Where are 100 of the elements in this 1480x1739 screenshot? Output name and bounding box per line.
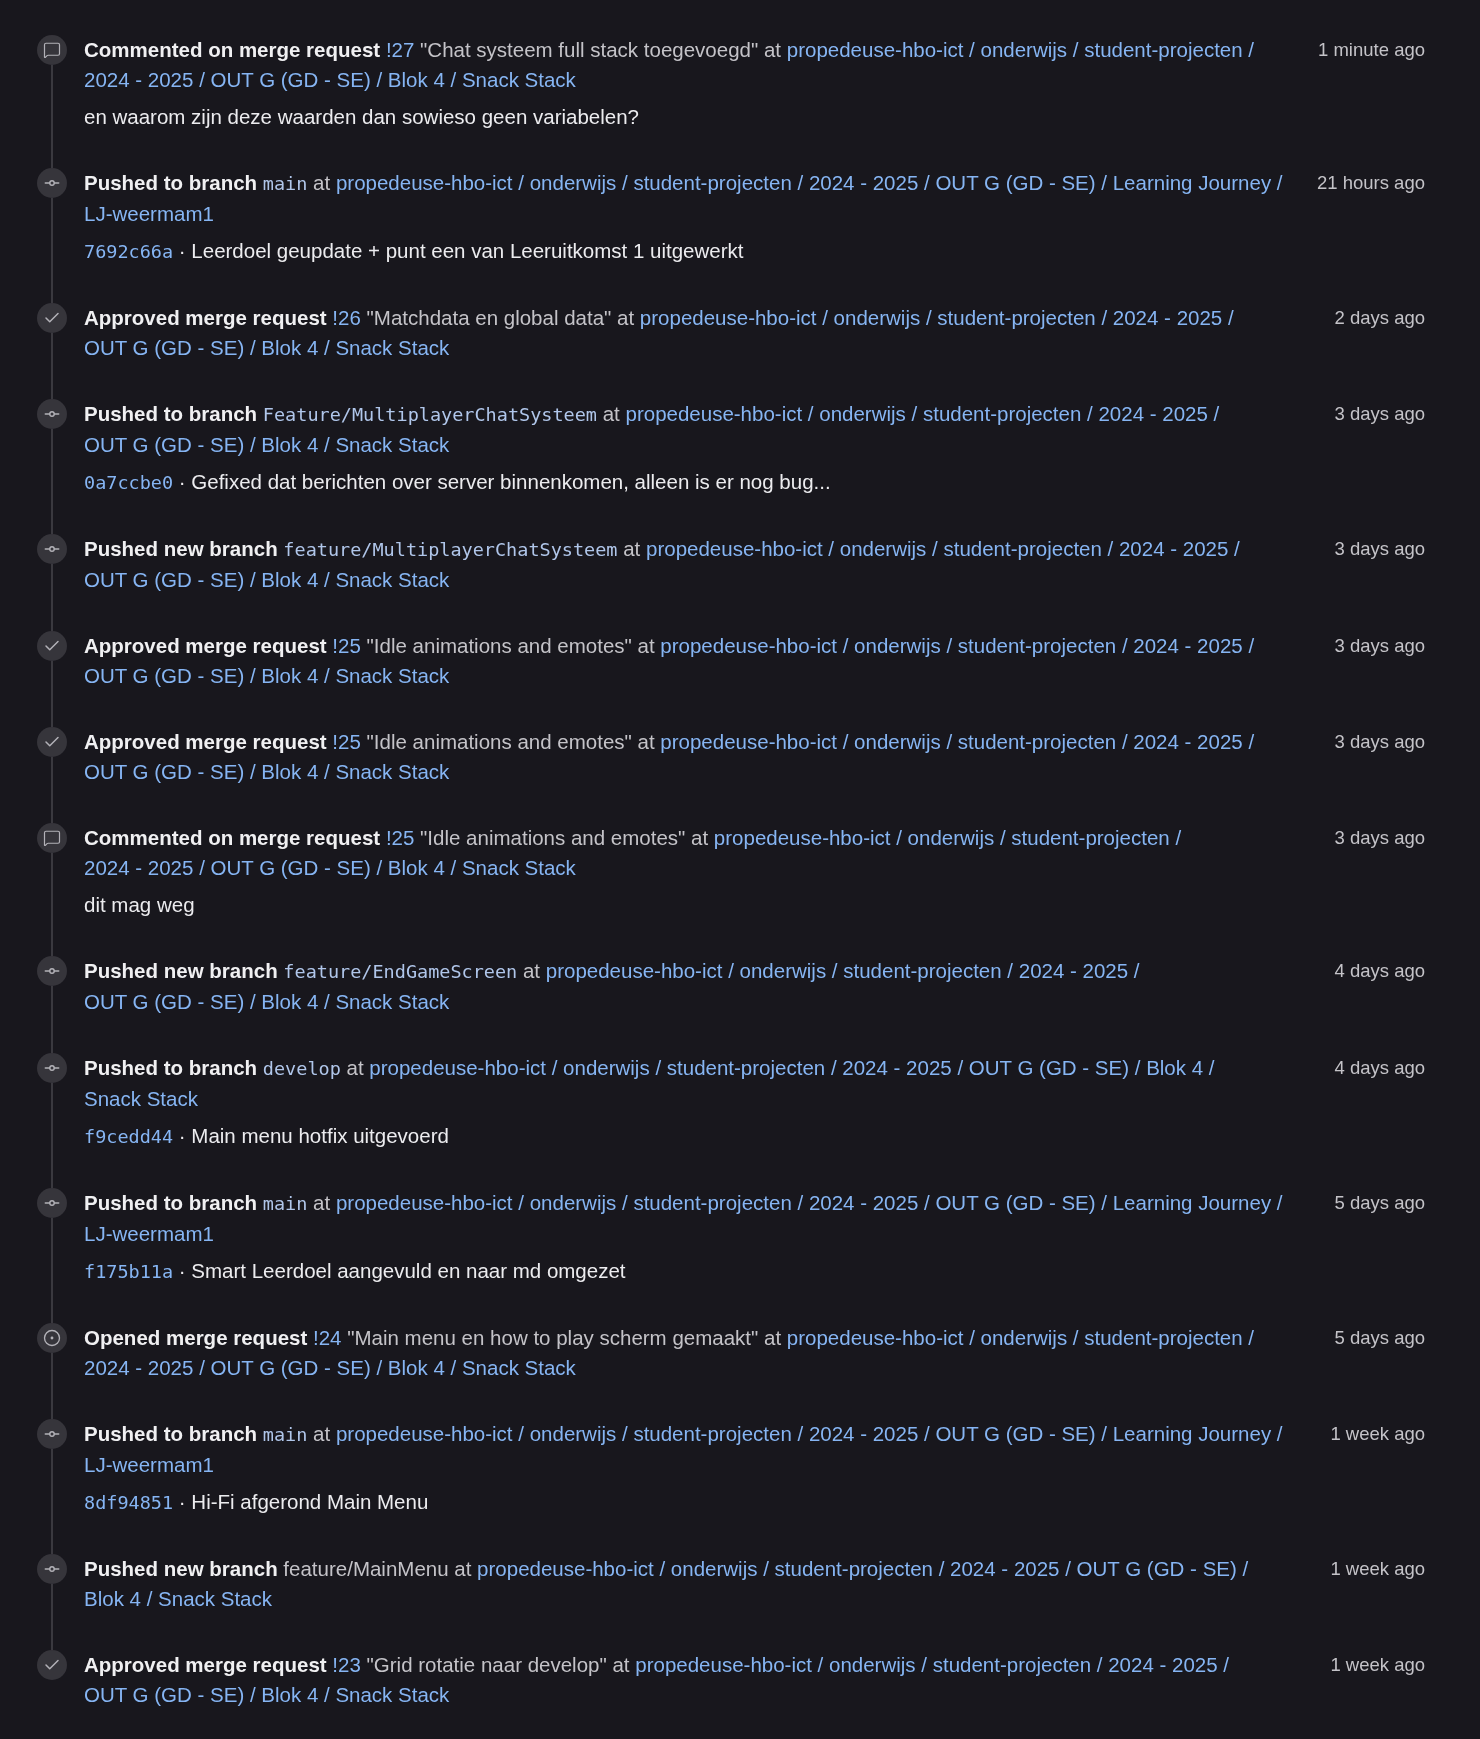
project-path-link[interactable]: onderwijs: [670, 1557, 758, 1580]
project-path-link[interactable]: Blok 4: [261, 433, 319, 456]
project-path-link[interactable]: onderwijs: [529, 171, 617, 194]
branch-link[interactable]: feature/EndGameScreen: [283, 961, 518, 982]
project-path-link[interactable]: propedeuse-hbo-ict: [369, 1056, 546, 1079]
project-path-link[interactable]: OUT G (GD - SE): [210, 68, 371, 91]
branch-link[interactable]: Feature/MultiplayerChatSysteem: [262, 404, 597, 425]
project-path-link[interactable]: onderwijs: [833, 306, 921, 329]
project-path-link[interactable]: Snack Stack: [461, 856, 576, 879]
merge-request-link[interactable]: !27: [385, 38, 415, 61]
project-path-link[interactable]: student-projecten: [633, 1422, 792, 1445]
project-path-link[interactable]: Blok 4: [387, 1356, 445, 1379]
merge-request-link[interactable]: !24: [313, 1326, 342, 1349]
project-path-link[interactable]: OUT G (GD - SE): [84, 1683, 245, 1706]
branch-link[interactable]: main: [262, 1193, 308, 1214]
branch-link[interactable]: main: [262, 1424, 308, 1445]
commit-sha-link[interactable]: 8df94851: [84, 1492, 174, 1513]
project-path-link[interactable]: Blok 4: [261, 336, 319, 359]
commit-sha-link[interactable]: f9cedd44: [84, 1126, 174, 1147]
project-path-link[interactable]: student-projecten: [932, 1653, 1092, 1676]
project-path-link[interactable]: OUT G (GD - SE): [1076, 1557, 1237, 1580]
project-path-link[interactable]: Blok 4: [261, 760, 319, 783]
project-path-link[interactable]: onderwijs: [839, 537, 927, 560]
project-path-link[interactable]: student-projecten: [843, 959, 1002, 982]
project-path-link[interactable]: propedeuse-hbo-ict: [646, 537, 823, 560]
project-path-link[interactable]: 2024 - 2025: [1133, 634, 1243, 657]
project-path-link[interactable]: Learning Journey: [1112, 1191, 1272, 1214]
project-path-link[interactable]: propedeuse-hbo-ict: [335, 1191, 513, 1214]
project-path-link[interactable]: OUT G (GD - SE): [210, 1356, 371, 1379]
project-path-link[interactable]: Snack Stack: [335, 1683, 450, 1706]
project-path-link[interactable]: Snack Stack: [335, 760, 450, 783]
project-path-link[interactable]: OUT G (GD - SE): [935, 1422, 1096, 1445]
merge-request-link[interactable]: !23: [332, 1653, 361, 1676]
project-path-link[interactable]: student-projecten: [943, 537, 1102, 560]
project-path-link[interactable]: OUT G (GD - SE): [84, 990, 245, 1013]
project-path-link[interactable]: Blok 4: [261, 664, 319, 687]
project-path-link[interactable]: 2024 - 2025: [842, 1056, 952, 1079]
merge-request-link[interactable]: !25: [385, 826, 415, 849]
project-path-link[interactable]: Blok 4: [387, 68, 445, 91]
project-path-link[interactable]: 2024 - 2025: [808, 1191, 919, 1214]
project-path-link[interactable]: 2024 - 2025: [1108, 1653, 1218, 1676]
project-path-link[interactable]: OUT G (GD - SE): [84, 433, 245, 456]
project-path-link[interactable]: student-projecten: [957, 634, 1117, 657]
project-path-link[interactable]: OUT G (GD - SE): [84, 336, 245, 359]
commit-sha-link[interactable]: 7692c66a: [84, 241, 174, 262]
project-path-link[interactable]: Blok 4: [261, 568, 319, 591]
project-path-link[interactable]: student-projecten: [633, 1191, 792, 1214]
project-path-link[interactable]: 2024 - 2025: [84, 856, 194, 879]
project-path-link[interactable]: 2024 - 2025: [84, 68, 194, 91]
project-path-link[interactable]: propedeuse-hbo-ict: [625, 402, 803, 425]
merge-request-link[interactable]: !25: [332, 634, 361, 657]
project-path-link[interactable]: onderwijs: [854, 730, 941, 753]
project-path-link[interactable]: onderwijs: [980, 38, 1068, 61]
project-path-link[interactable]: Snack Stack: [335, 664, 450, 687]
project-path-link[interactable]: Blok 4: [1146, 1056, 1204, 1079]
project-path-link[interactable]: student-projecten: [633, 171, 792, 194]
project-path-link[interactable]: 2024 - 2025: [1118, 537, 1229, 560]
project-path-link[interactable]: onderwijs: [854, 634, 941, 657]
commit-sha-link[interactable]: 0a7ccbe0: [84, 472, 174, 493]
branch-link[interactable]: feature/MultiplayerChatSysteem: [283, 539, 618, 560]
project-path-link[interactable]: onderwijs: [980, 1326, 1068, 1349]
project-path-link[interactable]: propedeuse-hbo-ict: [545, 959, 723, 982]
project-path-link[interactable]: propedeuse-hbo-ict: [477, 1557, 654, 1580]
project-path-link[interactable]: propedeuse-hbo-ict: [635, 1653, 812, 1676]
project-path-link[interactable]: 2024 - 2025: [808, 1422, 919, 1445]
project-path-link[interactable]: Snack Stack: [461, 1356, 576, 1379]
project-path-link[interactable]: Snack Stack: [461, 68, 576, 91]
project-path-link[interactable]: propedeuse-hbo-ict: [786, 38, 964, 61]
project-path-link[interactable]: Learning Journey: [1112, 171, 1272, 194]
project-path-link[interactable]: LJ-weermam1: [84, 1453, 214, 1476]
project-path-link[interactable]: propedeuse-hbo-ict: [660, 634, 837, 657]
project-path-link[interactable]: Blok 4: [387, 856, 445, 879]
project-path-link[interactable]: Snack Stack: [335, 990, 450, 1013]
project-path-link[interactable]: 2024 - 2025: [1112, 306, 1223, 329]
project-path-link[interactable]: 2024 - 2025: [808, 171, 919, 194]
project-path-link[interactable]: 2024 - 2025: [950, 1557, 1060, 1580]
project-path-link[interactable]: onderwijs: [829, 1653, 916, 1676]
project-path-link[interactable]: OUT G (GD - SE): [84, 664, 245, 687]
project-path-link[interactable]: Blok 4: [261, 1683, 319, 1706]
project-path-link[interactable]: propedeuse-hbo-ict: [639, 306, 817, 329]
project-path-link[interactable]: Snack Stack: [84, 1087, 198, 1110]
project-path-link[interactable]: 2024 - 2025: [84, 1356, 194, 1379]
project-path-link[interactable]: onderwijs: [529, 1422, 617, 1445]
project-path-link[interactable]: OUT G (GD - SE): [84, 760, 245, 783]
project-path-link[interactable]: Snack Stack: [158, 1587, 273, 1610]
project-path-link[interactable]: Snack Stack: [335, 568, 450, 591]
project-path-link[interactable]: propedeuse-hbo-ict: [660, 730, 837, 753]
project-path-link[interactable]: onderwijs: [529, 1191, 617, 1214]
project-path-link[interactable]: OUT G (GD - SE): [935, 1191, 1096, 1214]
merge-request-link[interactable]: !25: [332, 730, 361, 753]
project-path-link[interactable]: OUT G (GD - SE): [968, 1056, 1130, 1079]
project-path-link[interactable]: LJ-weermam1: [84, 1222, 214, 1245]
commit-sha-link[interactable]: f175b11a: [84, 1261, 174, 1282]
project-path-link[interactable]: 2024 - 2025: [1133, 730, 1243, 753]
project-path-link[interactable]: 2024 - 2025: [1018, 959, 1129, 982]
project-path-link[interactable]: student-projecten: [1084, 38, 1243, 61]
project-path-link[interactable]: student-projecten: [1084, 1326, 1243, 1349]
project-path-link[interactable]: Blok 4: [84, 1587, 141, 1610]
project-path-link[interactable]: OUT G (GD - SE): [210, 856, 371, 879]
project-path-link[interactable]: student-projecten: [1011, 826, 1170, 849]
